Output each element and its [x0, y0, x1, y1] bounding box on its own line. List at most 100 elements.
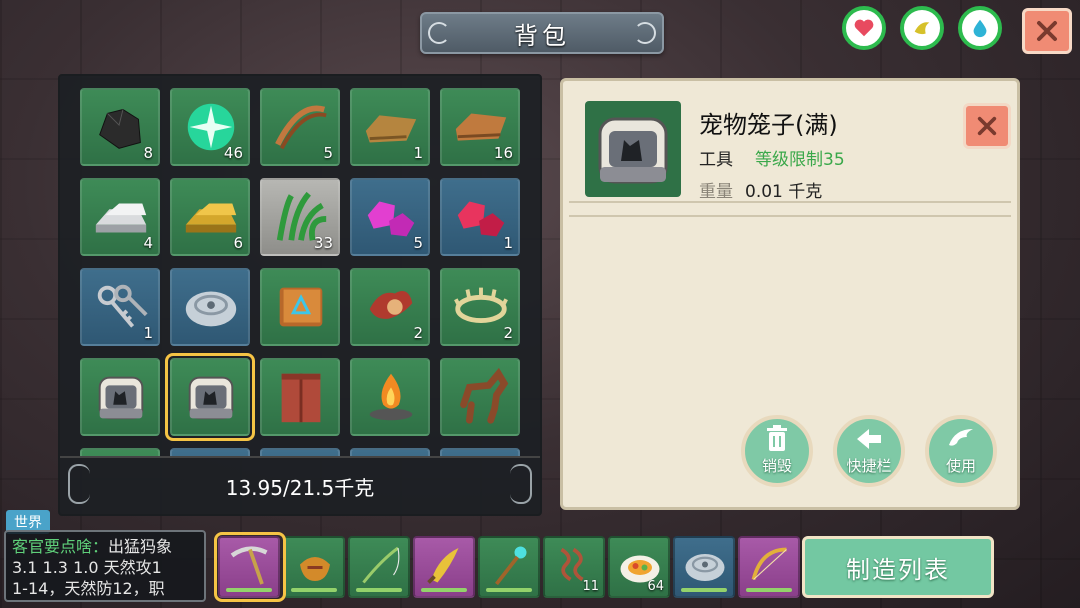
item-type: 工具	[699, 150, 733, 170]
destroy-label: 销毁	[761, 457, 792, 475]
inventory-slot[interactable]: 1	[350, 88, 430, 166]
inventory-slot[interactable]: 2	[350, 268, 430, 346]
window-title-banner: 背包	[420, 12, 664, 54]
wardrobe-icon	[281, 373, 321, 423]
durability-bar	[486, 588, 532, 592]
inventory-slot[interactable]	[260, 358, 340, 436]
item-quantity: 11	[582, 579, 599, 594]
selection-highlight	[165, 353, 255, 441]
chat-box[interactable]: 客官要点啥：出猛犸象 3.1 1.3 1.0 天然攻1 1-14，天然防12，职	[4, 530, 206, 602]
item-name: 宠物笼子(满)	[699, 111, 838, 139]
item-quantity: 8	[143, 144, 153, 162]
hotbar-button[interactable]: 快捷栏	[833, 415, 905, 487]
use-button[interactable]: 使用	[925, 415, 997, 487]
arrow-left-icon	[857, 429, 881, 449]
item-quantity: 2	[503, 324, 513, 342]
fishing-rod-icon	[362, 546, 400, 584]
inventory-slot[interactable]	[80, 448, 160, 456]
inventory-slot[interactable]	[440, 448, 520, 456]
pet-cage-icon	[598, 117, 668, 184]
detail-close-button[interactable]	[963, 103, 1011, 149]
ornament-icon	[428, 22, 450, 44]
thirst-status	[958, 6, 1002, 50]
durability-bar	[681, 588, 727, 592]
close-button[interactable]	[1022, 8, 1072, 54]
item-quantity: 5	[323, 144, 333, 162]
food-icon	[914, 22, 930, 35]
inventory-slot[interactable]	[170, 448, 250, 456]
durability-bar	[291, 588, 337, 592]
destroy-button[interactable]: 销毁	[741, 415, 813, 487]
item-level-req: 等级限制35	[755, 150, 845, 170]
hotbar-slot[interactable]	[283, 536, 345, 598]
inventory-slot[interactable]	[170, 268, 250, 346]
hunger-status	[900, 6, 944, 50]
chat-text: 出猛犸象	[108, 537, 173, 556]
ornament-icon	[634, 22, 656, 44]
horse-icon	[460, 367, 509, 424]
health-status	[842, 6, 886, 50]
stone-disc-icon	[685, 554, 725, 581]
inventory-slot[interactable]	[80, 358, 160, 436]
hotbar-label: 快捷栏	[846, 457, 892, 475]
item-weight-value: 0.01 千克	[745, 182, 823, 202]
inventory-slot[interactable]	[350, 358, 430, 436]
hotbar-slot[interactable]	[738, 536, 800, 598]
hotbar-slot[interactable]	[413, 536, 475, 598]
item-quantity: 64	[647, 579, 664, 594]
durability-bar	[421, 588, 467, 592]
use-label: 使用	[945, 457, 976, 475]
chat-line: 3.1 1.3 1.0 天然攻1	[12, 558, 162, 577]
inventory-slot[interactable]: 1	[440, 178, 520, 256]
bow-icon	[751, 547, 787, 580]
hotbar-slot[interactable]: 64	[608, 536, 670, 598]
inventory-slot[interactable]: 6	[170, 178, 250, 256]
inventory-slot[interactable]: 4	[80, 178, 160, 256]
hotbar-selection-highlight	[214, 532, 286, 602]
staff-icon	[495, 546, 527, 586]
campfire-icon	[369, 373, 413, 421]
item-weight-label: 重量	[699, 182, 733, 202]
inventory-grid[interactable]: 8 46 5 1 16 4 6 33 5 1 1 2 2	[78, 86, 528, 456]
hotbar-slot[interactable]	[478, 536, 540, 598]
inventory-slot[interactable]: 5	[260, 88, 340, 166]
chat-speaker: 客官要点啥：	[12, 537, 109, 556]
item-quantity: 2	[413, 324, 423, 342]
inventory-slot[interactable]: 8	[80, 88, 160, 166]
durability-bar	[746, 588, 792, 592]
item-quantity: 6	[233, 234, 243, 252]
pouch-icon	[300, 557, 330, 581]
inventory-slot[interactable]: 33	[260, 178, 340, 256]
craft-list-button[interactable]: 制造列表	[802, 536, 994, 598]
item-quantity: 46	[223, 144, 243, 162]
item-quantity: 1	[503, 234, 513, 252]
hotbar-slot[interactable]	[348, 536, 410, 598]
item-thumbnail	[585, 101, 681, 197]
craft-list-label: 制造列表	[846, 555, 950, 584]
hotbar-slot[interactable]: 11	[543, 536, 605, 598]
item-quantity: 33	[313, 234, 333, 252]
close-icon	[977, 116, 997, 136]
inventory-slot[interactable]	[260, 448, 340, 456]
spell-book-icon	[279, 287, 323, 327]
window-title: 背包	[514, 21, 570, 50]
inventory-slot[interactable]	[440, 358, 520, 436]
hand-icon	[949, 429, 973, 446]
item-quantity: 16	[493, 144, 513, 162]
hotbar-slot[interactable]	[673, 536, 735, 598]
chat-line: 1-14，天然防12，职	[12, 579, 165, 598]
inventory-slot[interactable]: 46	[170, 88, 250, 166]
inventory-slot[interactable]	[350, 448, 430, 456]
inventory-slot[interactable]: 16	[440, 88, 520, 166]
item-quantity: 5	[413, 234, 423, 252]
pet-cage-icon	[98, 376, 144, 420]
hotbar: 11 64	[212, 532, 802, 602]
inventory-slot[interactable]: 1	[80, 268, 160, 346]
item-header: 宠物笼子(满) 工具 等级限制35 重量 0.01 千克	[569, 87, 1011, 203]
water-icon	[973, 19, 987, 38]
inventory-slot[interactable]: 5	[350, 178, 430, 256]
weight-bar: 13.95/21.5千克	[60, 456, 540, 514]
inventory-slot[interactable]	[260, 268, 340, 346]
durability-bar	[356, 588, 402, 592]
inventory-slot[interactable]: 2	[440, 268, 520, 346]
